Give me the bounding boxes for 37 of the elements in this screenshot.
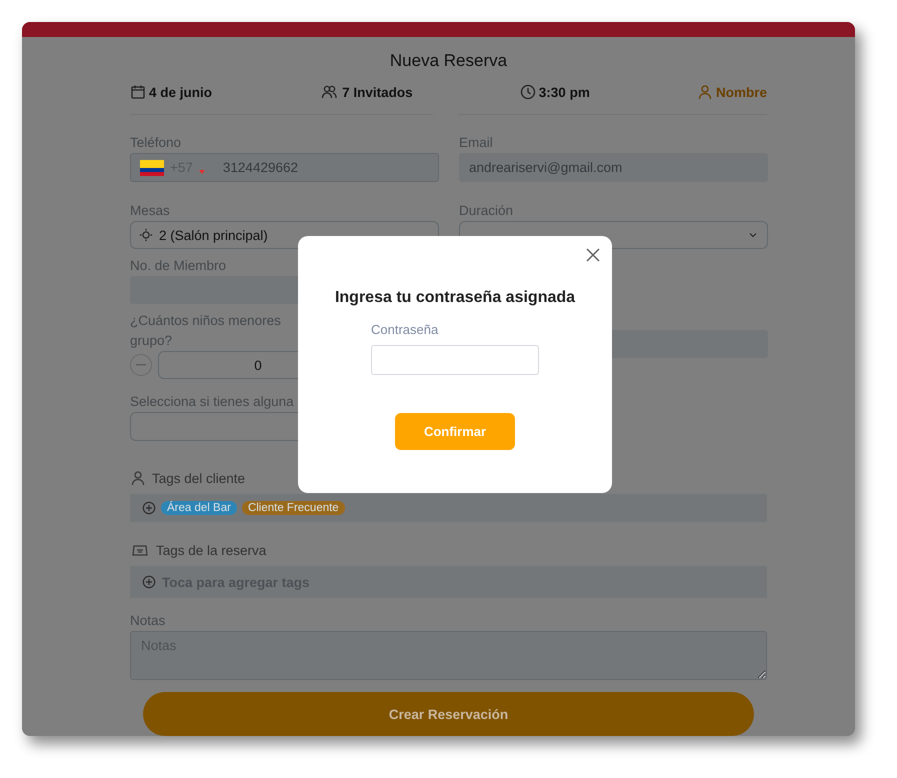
time-label: 3:30 pm: [520, 84, 590, 100]
field-label: Contraseña: [371, 322, 438, 337]
email-field[interactable]: andreariservi@gmail.com: [459, 153, 768, 182]
field-label: No. de Miembro: [130, 257, 228, 274]
client-tag: Área del Bar: [161, 501, 237, 515]
calendar-icon: [130, 84, 146, 100]
caret-icon: [198, 170, 205, 174]
confirm-button[interactable]: Confirmar: [395, 413, 515, 450]
dialog-title: Ingresa tu contraseña asignada: [334, 289, 576, 307]
add-icon: [142, 501, 156, 515]
client-tag: Cliente Frecuente: [242, 501, 345, 515]
people-icon: [319, 84, 340, 100]
field-label: Mesas: [130, 202, 171, 219]
create-reservation-button[interactable]: Crear Reservación: [143, 692, 754, 736]
add-icon: [142, 575, 156, 589]
minus-icon: [136, 364, 146, 366]
field-label: grupo?: [130, 332, 174, 349]
guests-label: 7 Invitados: [319, 84, 413, 100]
section-label: Tags de la reserva: [156, 542, 266, 558]
date-label: 4 de junio: [130, 84, 212, 100]
person-icon: [696, 84, 713, 100]
field-label: Teléfono: [130, 134, 182, 151]
field-label: ¿Cuántos niños menores: [130, 312, 282, 329]
flag-icon: [140, 160, 164, 176]
clock-icon: [520, 84, 536, 100]
close-icon[interactable]: [584, 246, 602, 264]
tables-value: 2 (Salón principal): [159, 228, 269, 242]
person-icon: [130, 470, 146, 486]
form-title: Nueva Reserva: [388, 51, 508, 71]
password-field[interactable]: [371, 345, 539, 375]
phone-number: 3124429662: [222, 160, 298, 175]
section-label: Tags del cliente: [152, 470, 246, 486]
field-label: Notas: [130, 612, 166, 629]
field-label: Email: [459, 134, 494, 151]
name-label: Nombre: [696, 84, 767, 100]
field-label: Selecciona si tienes alguna: [130, 393, 295, 410]
field-label: Duración: [459, 202, 514, 219]
